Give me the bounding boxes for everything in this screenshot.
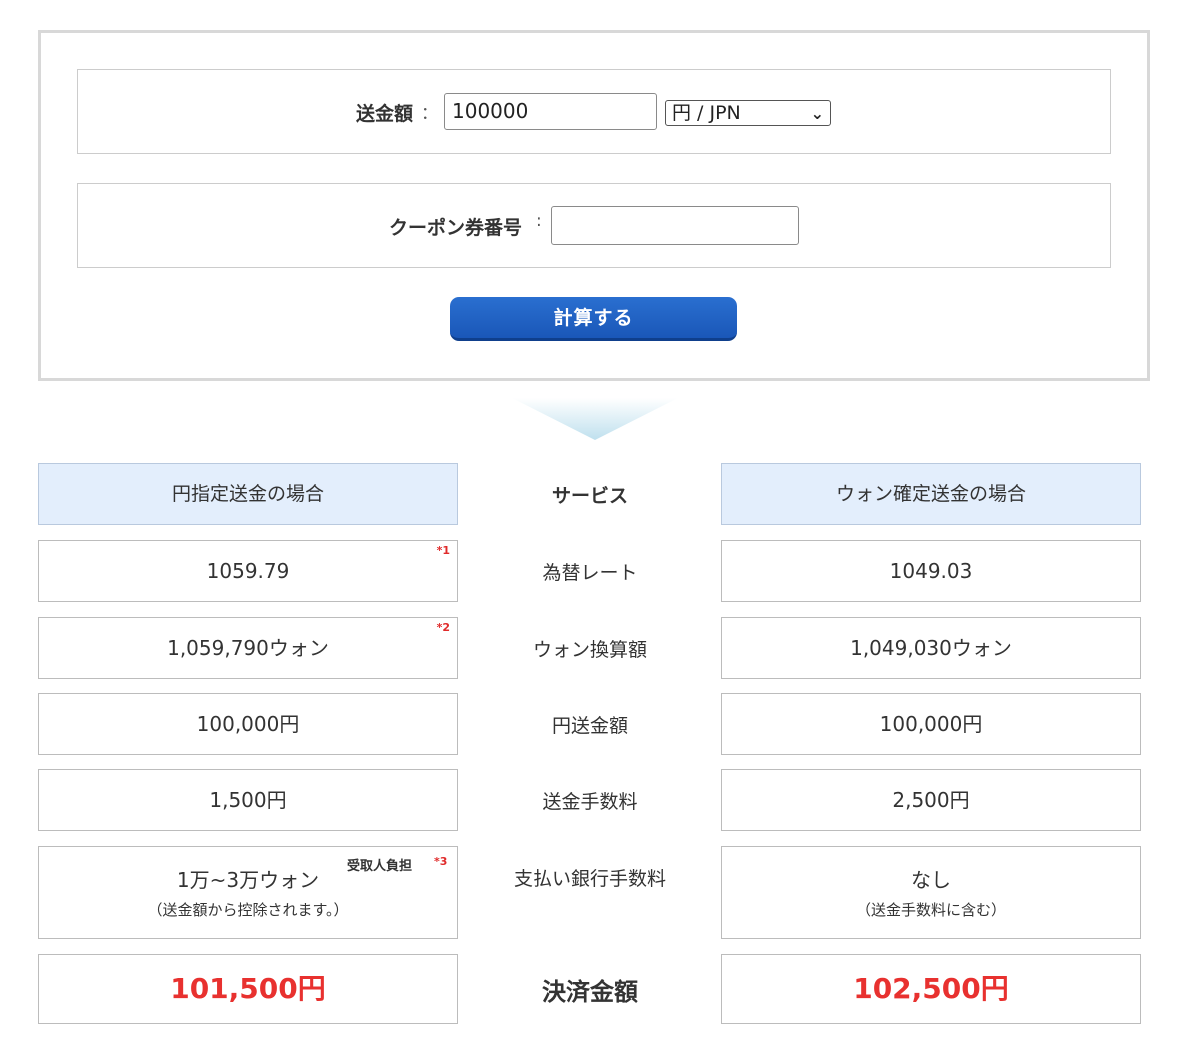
won-remittance-fee: 2,500円 <box>721 769 1141 831</box>
yen-designated-header: 円指定送金の場合 <box>38 463 458 525</box>
yen-total-amount: 101,500円 <box>170 972 326 1005</box>
won-total-amount: 102,500円 <box>853 972 1009 1005</box>
coupon-label: クーポン券番号 <box>389 217 523 239</box>
footnote-1: *1 <box>436 544 450 557</box>
chevron-down-icon: ⌄ <box>810 104 824 123</box>
won-remittance-amount: 100,000円 <box>721 693 1141 755</box>
yen-remittance-fee: 1,500円 <box>38 769 458 831</box>
remittance-fee-label: 送金手数料 <box>542 791 638 813</box>
coupon-input[interactable] <box>551 206 799 245</box>
exchange-rate-label: 為替レート <box>542 562 638 584</box>
calculate-button[interactable]: 計算する <box>450 297 737 341</box>
amount-colon: ： <box>421 104 438 124</box>
yen-exchange-rate: 1059.79 <box>206 559 290 583</box>
service-header: サービス <box>551 485 628 507</box>
recipient-burden-label: 受取人負担 <box>347 859 413 874</box>
yen-exchange-rate-cell: 1059.79 *1 <box>38 540 458 602</box>
won-total-cell: 102,500円 <box>721 954 1141 1024</box>
won-bank-fee-cell: なし （送金手数料に含む） <box>721 846 1141 939</box>
currency-select[interactable]: 円 / JPN ⌄ <box>665 100 831 126</box>
won-bank-fee-note: （送金手数料に含む） <box>855 901 1006 919</box>
won-bank-fee: なし <box>911 868 951 892</box>
won-fixed-header: ウォン確定送金の場合 <box>721 463 1141 525</box>
remittance-amount-label: 円送金額 <box>551 715 628 737</box>
yen-bank-fee-cell: 1万~3万ウォン （送金額から控除されます。） 受取人負担 *3 <box>38 846 458 939</box>
yen-remittance-amount: 100,000円 <box>38 693 458 755</box>
amount-label: 送金額 <box>356 103 414 125</box>
won-converted-label: ウォン換算額 <box>532 639 647 661</box>
yen-bank-fee-note: （送金額から控除されます。） <box>147 901 349 919</box>
footnote-3: *3 <box>434 855 448 868</box>
yen-won-converted: 1,059,790ウォン <box>167 636 329 660</box>
amount-input[interactable]: 100000 <box>444 93 657 130</box>
yen-won-converted-cell: 1,059,790ウォン *2 <box>38 617 458 679</box>
won-won-converted: 1,049,030ウォン <box>721 617 1141 679</box>
bank-fee-label: 支払い銀行手数料 <box>513 868 666 890</box>
yen-total-cell: 101,500円 <box>38 954 458 1024</box>
footnote-2: *2 <box>436 621 450 634</box>
arrow-down-icon <box>512 398 678 440</box>
total-label: 決済金額 <box>542 978 638 1006</box>
currency-selected-value: 円 / JPN <box>672 102 741 124</box>
won-exchange-rate: 1049.03 <box>721 540 1141 602</box>
coupon-colon: : <box>536 211 542 231</box>
